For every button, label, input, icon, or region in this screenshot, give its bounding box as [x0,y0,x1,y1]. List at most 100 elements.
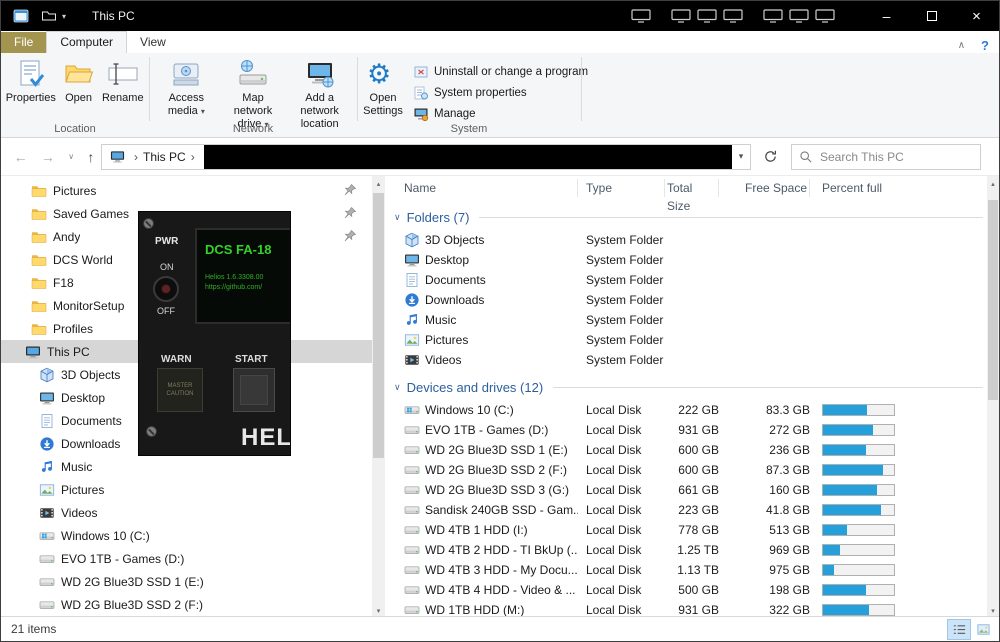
tab-view[interactable]: View [127,32,179,53]
sidebar-item-icon [39,597,55,613]
sidebar-item-label: Profiles [53,322,93,336]
column-header-percent-full[interactable]: Percent full [810,179,895,197]
item-icon [404,422,420,438]
scrollbar-thumb[interactable] [373,193,384,458]
collapse-ribbon-icon[interactable]: ∧ [958,40,965,51]
this-pc-icon [110,149,125,164]
display-tool-icon[interactable] [696,8,718,24]
sidebar-scrollbar[interactable]: ▴ ▾ [372,176,385,618]
tab-file[interactable]: File [1,32,46,53]
breadcrumb-this-pc[interactable]: This PC [143,150,186,164]
sidebar-item-label: 3D Objects [61,368,120,382]
open-button[interactable]: Open [57,56,101,107]
scroll-up-icon[interactable]: ▴ [372,176,385,191]
file-row[interactable]: EVO 1TB - Games (D:) Local Disk 931 GB 2… [385,420,989,440]
close-button[interactable]: × [954,1,999,31]
file-row[interactable]: Desktop System Folder [385,250,989,270]
sidebar-item-icon [39,482,55,498]
sidebar-item-icon [39,505,55,521]
system-properties-button[interactable]: System properties [409,82,592,103]
rename-button[interactable]: Rename [101,56,145,107]
file-row[interactable]: WD 2G Blue3D SSD 1 (E:) Local Disk 600 G… [385,440,989,460]
thumbnails-view-button[interactable] [971,619,995,640]
breadcrumb-chevron-icon[interactable]: › [186,150,200,164]
sidebar-item[interactable]: WD 2G Blue3D SSD 1 (E:) [1,570,372,593]
minimize-button[interactable]: – [864,1,909,31]
navigation-arrows: ← → ∨ ↑ [1,149,101,165]
window-title: This PC [92,9,135,23]
file-row[interactable]: Windows 10 (C:) Local Disk 222 GB 83.3 G… [385,400,989,420]
address-dropdown-icon[interactable]: ▾ [732,145,750,169]
column-header-type[interactable]: Type [578,179,665,197]
window-layout-tool-icon[interactable] [762,8,784,24]
file-row[interactable]: WD 4TB 3 HDD - My Docu... Local Disk 1.1… [385,560,989,580]
sidebar-item[interactable]: EVO 1TB - Games (D:) [1,547,372,570]
quick-access-toolbar-icon[interactable] [41,8,57,24]
sidebar-item[interactable]: Videos [1,501,372,524]
file-row[interactable]: Sandisk 240GB SSD - Gam... Local Disk 22… [385,500,989,520]
search-input[interactable] [818,149,980,165]
sidebar-item[interactable]: Pictures [1,478,372,501]
file-row[interactable]: Downloads System Folder [385,290,989,310]
item-total-size: 931 GB [665,423,719,437]
details-view-button[interactable] [947,619,971,640]
file-list-scrollbar[interactable]: ▴ ▾ [987,176,999,618]
file-row[interactable]: WD 4TB 1 HDD (I:) Local Disk 778 GB 513 … [385,520,989,540]
lcd-screen-graphic: DCS FA-18 Helios 1.6.3308.00 https://git… [195,228,291,324]
file-row[interactable]: Documents System Folder [385,270,989,290]
item-count: 21 items [1,622,56,636]
address-bar[interactable]: › This PC › ▾ [101,144,751,170]
scroll-up-icon[interactable]: ▴ [987,176,999,191]
address-bar-empty-area[interactable] [204,145,732,169]
add-network-location-button[interactable]: Add a network location [286,56,353,133]
scrollbar-thumb[interactable] [988,200,998,400]
sidebar-item[interactable]: WD 2G Blue3D SSD 2 (F:) [1,593,372,616]
file-row[interactable]: WD 2G Blue3D SSD 3 (G:) Local Disk 661 G… [385,480,989,500]
help-icon[interactable]: ? [981,38,989,53]
open-settings-button[interactable]: ⚙ Open Settings [361,56,405,120]
usage-bar-fill [823,485,877,495]
back-button[interactable]: ← [14,149,28,165]
sidebar-item[interactable]: Pictures [1,179,372,202]
ribbon-group-network: Access media ▾ Map network drive ▾ Add a… [149,53,357,137]
file-row[interactable]: WD 4TB 2 HDD - TI BkUp (... Local Disk 1… [385,540,989,560]
recent-locations-icon[interactable]: ∨ [68,152,74,161]
quick-access-dropdown-icon[interactable]: ▾ [62,12,66,21]
up-button[interactable]: ↑ [87,149,94,165]
maximize-button[interactable] [909,1,954,31]
pin-on-top-tool-icon[interactable] [630,8,652,24]
breadcrumb-chevron-icon[interactable]: › [129,150,143,164]
file-row[interactable]: Videos System Folder [385,350,989,370]
file-row[interactable]: Music System Folder [385,310,989,330]
sidebar-item-icon [31,252,47,268]
on-label: ON [160,262,174,272]
display-tool-icon[interactable] [722,8,744,24]
group-header-devices[interactable]: ∨ Devices and drives (12) [385,374,989,400]
column-header-total-size[interactable]: Total Size [665,179,719,197]
uninstall-program-button[interactable]: Uninstall or change a program [409,61,592,82]
file-row[interactable]: WD 2G Blue3D SSD 2 (F:) Local Disk 600 G… [385,460,989,480]
properties-button[interactable]: Properties [5,56,57,107]
sidebar-item[interactable]: Windows 10 (C:) [1,524,372,547]
file-row[interactable]: 3D Objects System Folder [385,230,989,250]
window-layout-tool-icon[interactable] [788,8,810,24]
display-tool-icon[interactable] [670,8,692,24]
file-list-pane: Name Type Total Size Free Space Percent … [385,176,989,618]
access-media-icon [170,58,202,90]
forward-button[interactable]: → [41,149,55,165]
tab-computer[interactable]: Computer [46,31,127,53]
usage-bar [822,504,895,516]
map-network-drive-button[interactable]: Map network drive ▾ [220,56,287,133]
column-header-free-space[interactable]: Free Space [719,179,810,197]
breadcrumb: › This PC › [102,145,204,169]
refresh-button[interactable] [757,144,783,170]
item-icon [404,522,420,538]
column-header-name[interactable]: Name [385,179,578,197]
file-row[interactable]: WD 4TB 4 HDD - Video & ... Local Disk 50… [385,580,989,600]
manage-button[interactable]: Manage [409,103,592,124]
access-media-button[interactable]: Access media ▾ [153,56,220,120]
window-layout-tool-icon[interactable] [814,8,836,24]
file-row[interactable]: Pictures System Folder [385,330,989,350]
system-properties-icon [413,85,429,101]
sidebar-item[interactable]: Music [1,455,372,478]
